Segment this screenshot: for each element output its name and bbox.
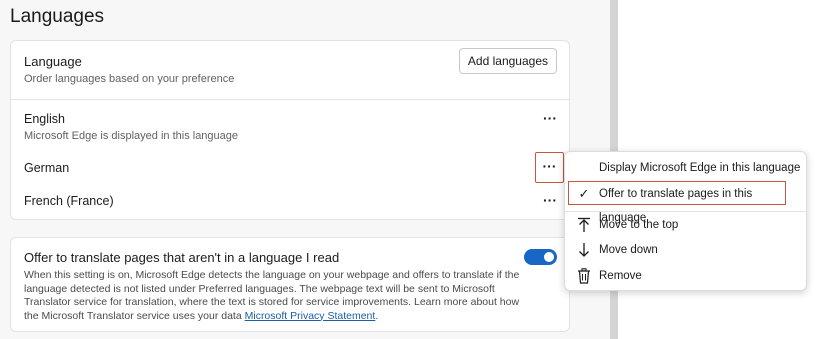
menu-item-label: Remove [599,270,642,282]
menu-item-move-top[interactable]: Move to the top [569,213,802,237]
languages-card-header: Language Order languages based on your p… [11,41,569,100]
language-note: Microsoft Edge is displayed in this lang… [24,130,239,142]
trash-icon [575,264,593,292]
page-title: Languages [10,6,105,27]
menu-item-display-edge[interactable]: Display Microsoft Edge in this language [569,156,802,180]
toggle-knob [544,252,554,262]
menu-item-remove[interactable]: Remove [569,264,802,288]
languages-card-subtitle: Order languages based on your preference [24,73,235,85]
menu-item-move-down[interactable]: Move down [569,238,802,262]
settings-pane: Languages Language Order languages based… [0,0,610,339]
translate-toggle[interactable] [524,249,557,265]
add-languages-button[interactable]: Add languages [458,48,557,74]
arrow-down-icon [575,238,593,266]
more-options-icon[interactable]: ··· [535,152,564,183]
language-item-german: German ··· [11,151,569,185]
menu-item-label: Display Microsoft Edge in this language [599,162,801,174]
checkmark-icon: ✓ [578,186,590,201]
translate-description-period: . [375,309,379,322]
translate-card: Offer to translate pages that aren't in … [10,237,570,332]
language-context-menu: Display Microsoft Edge in this language … [564,151,807,291]
menu-item-offer-translate[interactable]: ✓ Offer to translate pages in this langu… [568,181,786,224]
translate-setting-title: Offer to translate pages that aren't in … [24,250,340,265]
privacy-statement-link[interactable]: Microsoft Privacy Statement [245,310,376,322]
more-options-icon[interactable]: ··· [537,109,563,131]
languages-card: Language Order languages based on your p… [10,40,570,220]
language-item-english: English Microsoft Edge is displayed in t… [11,99,569,151]
languages-card-title: Language [24,54,82,69]
language-item-french: French (France) ··· [11,185,569,219]
language-name: English [24,112,65,126]
more-options-icon[interactable]: ··· [537,191,563,213]
menu-item-label: Move down [599,244,658,256]
language-name: French (France) [24,194,114,208]
language-name: German [24,161,70,175]
menu-item-label: Move to the top [599,219,679,231]
translate-setting-description: When this setting is on, Microsoft Edge … [24,269,529,323]
move-to-top-icon [575,213,593,241]
menu-separator [565,211,806,212]
